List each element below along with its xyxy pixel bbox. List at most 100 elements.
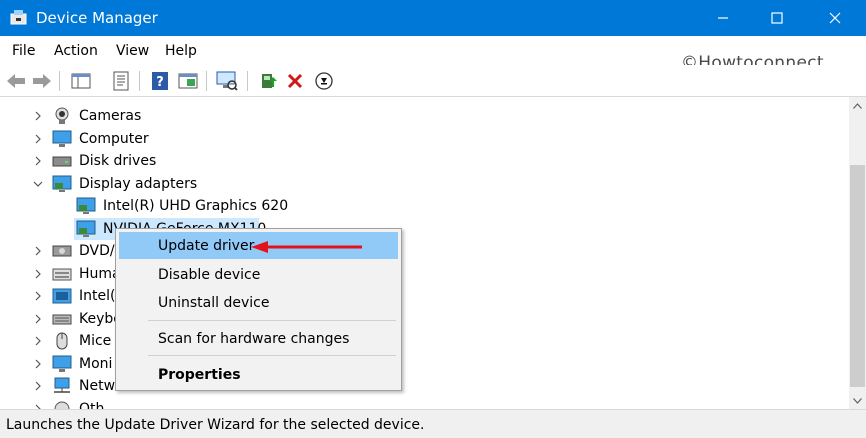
maximize-icon — [771, 12, 783, 24]
show-hide-console-tree-button[interactable] — [69, 69, 93, 93]
scrollbar-thumb[interactable] — [850, 165, 865, 387]
chevron-right-icon[interactable] — [33, 314, 43, 324]
chevron-down-icon — [853, 397, 862, 404]
chevron-right-icon[interactable] — [33, 336, 43, 346]
help-icon: ? — [152, 72, 168, 90]
disable-device-icon — [315, 72, 333, 90]
back-arrow-icon — [7, 74, 25, 88]
keyboard-icon — [52, 314, 72, 325]
menu-view[interactable]: View — [116, 43, 149, 59]
menu-item-label: Disable device — [158, 266, 261, 283]
chevron-right-icon[interactable] — [33, 246, 43, 256]
tree-item-label: Cameras — [79, 108, 142, 124]
menu-separator — [148, 320, 396, 321]
tree-item-label: Intel( — [79, 288, 116, 304]
title-bar: Device Manager — [0, 0, 866, 36]
disable-device-button[interactable] — [312, 69, 336, 93]
tree-item-cameras[interactable]: Cameras — [0, 105, 400, 127]
tree-item-label: Intel(R) UHD Graphics 620 — [103, 198, 289, 214]
tree-item-disk-drives[interactable]: Disk drives — [0, 150, 400, 172]
tree-item-label: Netw — [79, 378, 116, 394]
computer-icon — [52, 130, 72, 147]
status-bar: Launches the Update Driver Wizard for th… — [0, 409, 866, 438]
chevron-down-icon[interactable] — [33, 179, 43, 189]
camera-icon — [55, 107, 69, 124]
device-manager-window: Device Manager File Action View Help ©Ho… — [0, 0, 866, 438]
show-hide-console-tree-icon — [71, 73, 91, 89]
minimize-button[interactable] — [700, 0, 746, 36]
tree-item-label: Oth — [79, 401, 105, 409]
display-adapter-icon — [76, 220, 96, 237]
tree-item-label: Display adapters — [79, 176, 198, 192]
menu-help[interactable]: Help — [165, 43, 197, 59]
dvd-drive-icon — [52, 245, 72, 257]
forward-arrow-icon — [33, 74, 51, 88]
tree-item-label: Disk drives — [79, 153, 157, 169]
scan-hardware-icon — [216, 71, 238, 91]
menu-item-label: Update driver — [158, 237, 255, 254]
window-title: Device Manager — [36, 9, 158, 27]
chevron-right-icon[interactable] — [33, 359, 43, 369]
chevron-right-icon[interactable] — [33, 111, 43, 121]
back-button[interactable] — [4, 69, 28, 93]
tree-item-display-adapters[interactable]: Display adapters — [0, 173, 400, 195]
status-text: Launches the Update Driver Wizard for th… — [6, 417, 425, 433]
properties-button[interactable] — [109, 69, 133, 93]
forward-button[interactable] — [30, 69, 54, 93]
update-driver-button[interactable] — [256, 69, 280, 93]
close-icon — [829, 12, 841, 24]
network-adapter-icon — [54, 377, 70, 393]
svg-text:?: ? — [156, 75, 164, 90]
menu-item-uninstall-device[interactable]: Uninstall device — [119, 289, 398, 316]
tree-item-label: Mice — [79, 333, 112, 349]
display-adapter-icon — [52, 175, 72, 192]
chevron-right-icon[interactable] — [33, 291, 43, 301]
scroll-down-button[interactable] — [849, 392, 866, 409]
chevron-right-icon[interactable] — [33, 156, 43, 166]
details-view-button[interactable] — [176, 69, 200, 93]
tree-item-intel-uhd-graphics[interactable]: Intel(R) UHD Graphics 620 — [0, 195, 400, 217]
menu-item-label: Scan for hardware changes — [158, 330, 350, 347]
chevron-right-icon[interactable] — [33, 381, 43, 391]
chevron-right-icon[interactable] — [33, 134, 43, 144]
display-adapter-icon — [76, 197, 96, 214]
uninstall-device-icon — [287, 73, 303, 89]
details-view-icon — [178, 73, 198, 89]
tree-item-label: DVD/ — [79, 243, 115, 259]
menu-item-label: Uninstall device — [158, 294, 270, 311]
uninstall-device-button[interactable] — [283, 69, 307, 93]
menu-item-disable-device[interactable]: Disable device — [119, 261, 398, 288]
menu-item-properties[interactable]: Properties — [119, 361, 398, 388]
device-manager-app-icon — [10, 10, 27, 25]
toolbar-separator — [59, 71, 60, 91]
chevron-right-icon[interactable] — [33, 269, 43, 279]
toolbar-separator — [139, 71, 140, 91]
tree-item-label: Moni — [79, 356, 113, 372]
other-devices-icon — [54, 401, 70, 409]
maximize-button[interactable] — [754, 0, 800, 36]
scroll-up-button[interactable] — [849, 97, 866, 114]
monitor-icon — [52, 355, 72, 372]
minimize-icon — [718, 17, 728, 19]
menu-action[interactable]: Action — [54, 43, 98, 59]
chevron-up-icon — [853, 102, 862, 109]
menu-file[interactable]: File — [12, 43, 35, 59]
help-button[interactable]: ? — [148, 69, 172, 93]
disk-drive-icon — [52, 156, 72, 167]
tree-item-label: Computer — [79, 131, 149, 147]
properties-icon — [113, 71, 129, 91]
vertical-scrollbar[interactable] — [849, 97, 866, 409]
scan-hardware-button[interactable] — [215, 69, 239, 93]
toolbar: ? — [0, 65, 866, 97]
update-driver-icon — [262, 74, 277, 88]
menu-item-label: Properties — [158, 366, 241, 383]
mouse-icon — [56, 332, 68, 350]
close-button[interactable] — [812, 0, 858, 36]
menu-separator — [148, 355, 396, 356]
toolbar-separator — [206, 71, 207, 91]
annotation-arrow-icon — [251, 241, 362, 253]
tree-item-computer[interactable]: Computer — [0, 128, 400, 150]
tree-item-other-devices[interactable]: Oth — [0, 398, 400, 409]
toolbar-separator — [247, 71, 248, 91]
menu-item-scan-hardware-changes[interactable]: Scan for hardware changes — [119, 325, 398, 352]
